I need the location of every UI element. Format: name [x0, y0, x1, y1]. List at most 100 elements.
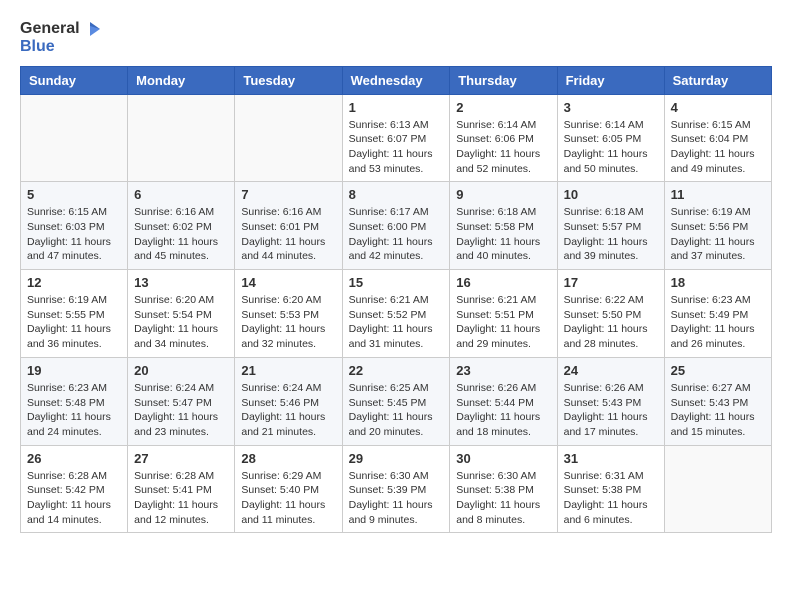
calendar-cell — [235, 94, 342, 182]
day-number: 2 — [456, 100, 550, 115]
day-info: Sunrise: 6:21 AM Sunset: 5:52 PM Dayligh… — [349, 293, 444, 352]
day-info: Sunrise: 6:28 AM Sunset: 5:42 PM Dayligh… — [27, 469, 121, 528]
day-number: 3 — [564, 100, 658, 115]
day-info: Sunrise: 6:29 AM Sunset: 5:40 PM Dayligh… — [241, 469, 335, 528]
day-info: Sunrise: 6:23 AM Sunset: 5:49 PM Dayligh… — [671, 293, 765, 352]
day-number: 7 — [241, 187, 335, 202]
logo-general: General — [20, 20, 80, 38]
calendar-cell: 2 Sunrise: 6:14 AM Sunset: 6:06 PM Daylig… — [450, 94, 557, 182]
day-info: Sunrise: 6:13 AM Sunset: 6:07 PM Dayligh… — [349, 118, 444, 177]
day-info: Sunrise: 6:26 AM Sunset: 5:43 PM Dayligh… — [564, 381, 658, 440]
day-number: 29 — [349, 451, 444, 466]
calendar-cell: 6 Sunrise: 6:16 AM Sunset: 6:02 PM Daylig… — [128, 182, 235, 270]
logo: General Blue — [20, 20, 100, 56]
day-number: 15 — [349, 275, 444, 290]
weekday-header-thursday: Thursday — [450, 66, 557, 94]
day-info: Sunrise: 6:22 AM Sunset: 5:50 PM Dayligh… — [564, 293, 658, 352]
day-info: Sunrise: 6:24 AM Sunset: 5:47 PM Dayligh… — [134, 381, 228, 440]
day-info: Sunrise: 6:20 AM Sunset: 5:54 PM Dayligh… — [134, 293, 228, 352]
day-info: Sunrise: 6:16 AM Sunset: 6:02 PM Dayligh… — [134, 205, 228, 264]
day-number: 12 — [27, 275, 121, 290]
week-row-3: 12 Sunrise: 6:19 AM Sunset: 5:55 PM Dayli… — [21, 270, 772, 358]
day-number: 11 — [671, 187, 765, 202]
calendar-cell: 26 Sunrise: 6:28 AM Sunset: 5:42 PM Dayli… — [21, 445, 128, 533]
calendar-cell: 3 Sunrise: 6:14 AM Sunset: 6:05 PM Daylig… — [557, 94, 664, 182]
weekday-header-friday: Friday — [557, 66, 664, 94]
day-info: Sunrise: 6:28 AM Sunset: 5:41 PM Dayligh… — [134, 469, 228, 528]
day-number: 31 — [564, 451, 658, 466]
calendar-cell: 18 Sunrise: 6:23 AM Sunset: 5:49 PM Dayli… — [664, 270, 771, 358]
day-number: 24 — [564, 363, 658, 378]
day-number: 10 — [564, 187, 658, 202]
day-info: Sunrise: 6:20 AM Sunset: 5:53 PM Dayligh… — [241, 293, 335, 352]
weekday-header-row: SundayMondayTuesdayWednesdayThursdayFrid… — [21, 66, 772, 94]
day-info: Sunrise: 6:15 AM Sunset: 6:04 PM Dayligh… — [671, 118, 765, 177]
day-number: 8 — [349, 187, 444, 202]
logo-blue: Blue — [20, 38, 100, 56]
week-row-2: 5Sunrise: 6:15 AM Sunset: 6:03 PM Daylig… — [21, 182, 772, 270]
day-number: 1 — [349, 100, 444, 115]
calendar-table: SundayMondayTuesdayWednesdayThursdayFrid… — [20, 66, 772, 534]
calendar-cell: 14 Sunrise: 6:20 AM Sunset: 5:53 PM Dayli… — [235, 270, 342, 358]
calendar-cell: 16Sunrise: 6:21 AM Sunset: 5:51 PM Dayli… — [450, 270, 557, 358]
calendar-cell — [21, 94, 128, 182]
day-info: Sunrise: 6:19 AM Sunset: 5:56 PM Dayligh… — [671, 205, 765, 264]
day-info: Sunrise: 6:30 AM Sunset: 5:38 PM Dayligh… — [456, 469, 550, 528]
day-info: Sunrise: 6:19 AM Sunset: 5:55 PM Dayligh… — [27, 293, 121, 352]
day-number: 18 — [671, 275, 765, 290]
day-number: 28 — [241, 451, 335, 466]
day-number: 4 — [671, 100, 765, 115]
calendar-cell: 31 Sunrise: 6:31 AM Sunset: 5:38 PM Dayli… — [557, 445, 664, 533]
day-info: Sunrise: 6:18 AM Sunset: 5:58 PM Dayligh… — [456, 205, 550, 264]
weekday-header-tuesday: Tuesday — [235, 66, 342, 94]
day-number: 13 — [134, 275, 228, 290]
calendar-cell: 15 Sunrise: 6:21 AM Sunset: 5:52 PM Dayli… — [342, 270, 450, 358]
day-info: Sunrise: 6:24 AM Sunset: 5:46 PM Dayligh… — [241, 381, 335, 440]
day-info: Sunrise: 6:31 AM Sunset: 5:38 PM Dayligh… — [564, 469, 658, 528]
calendar-cell: 5Sunrise: 6:15 AM Sunset: 6:03 PM Daylig… — [21, 182, 128, 270]
day-info: Sunrise: 6:14 AM Sunset: 6:05 PM Dayligh… — [564, 118, 658, 177]
day-number: 20 — [134, 363, 228, 378]
calendar-cell: 17 Sunrise: 6:22 AM Sunset: 5:50 PM Dayli… — [557, 270, 664, 358]
day-number: 21 — [241, 363, 335, 378]
day-info: Sunrise: 6:16 AM Sunset: 6:01 PM Dayligh… — [241, 205, 335, 264]
calendar-cell: 20 Sunrise: 6:24 AM Sunset: 5:47 PM Dayli… — [128, 357, 235, 445]
day-number: 6 — [134, 187, 228, 202]
week-row-4: 19 Sunrise: 6:23 AM Sunset: 5:48 PM Dayli… — [21, 357, 772, 445]
page-header: General Blue — [20, 20, 772, 56]
day-info: Sunrise: 6:18 AM Sunset: 5:57 PM Dayligh… — [564, 205, 658, 264]
calendar-cell: 4 Sunrise: 6:15 AM Sunset: 6:04 PM Daylig… — [664, 94, 771, 182]
day-info: Sunrise: 6:23 AM Sunset: 5:48 PM Dayligh… — [27, 381, 121, 440]
day-number: 23 — [456, 363, 550, 378]
calendar-cell: 22Sunrise: 6:25 AM Sunset: 5:45 PM Dayli… — [342, 357, 450, 445]
calendar-cell: 9 Sunrise: 6:18 AM Sunset: 5:58 PM Daylig… — [450, 182, 557, 270]
logo-wordmark: General Blue — [20, 20, 100, 56]
calendar-cell — [664, 445, 771, 533]
calendar-cell: 27 Sunrise: 6:28 AM Sunset: 5:41 PM Dayli… — [128, 445, 235, 533]
calendar-cell: 29 Sunrise: 6:30 AM Sunset: 5:39 PM Dayli… — [342, 445, 450, 533]
day-info: Sunrise: 6:14 AM Sunset: 6:06 PM Dayligh… — [456, 118, 550, 177]
day-info: Sunrise: 6:27 AM Sunset: 5:43 PM Dayligh… — [671, 381, 765, 440]
day-number: 25 — [671, 363, 765, 378]
day-number: 22 — [349, 363, 444, 378]
calendar-cell: 23Sunrise: 6:26 AM Sunset: 5:44 PM Dayli… — [450, 357, 557, 445]
day-number: 26 — [27, 451, 121, 466]
day-number: 17 — [564, 275, 658, 290]
day-info: Sunrise: 6:30 AM Sunset: 5:39 PM Dayligh… — [349, 469, 444, 528]
day-info: Sunrise: 6:21 AM Sunset: 5:51 PM Dayligh… — [456, 293, 550, 352]
day-number: 14 — [241, 275, 335, 290]
calendar-cell: 30 Sunrise: 6:30 AM Sunset: 5:38 PM Dayli… — [450, 445, 557, 533]
day-number: 30 — [456, 451, 550, 466]
day-number: 9 — [456, 187, 550, 202]
calendar-cell: 19 Sunrise: 6:23 AM Sunset: 5:48 PM Dayli… — [21, 357, 128, 445]
week-row-1: 1 Sunrise: 6:13 AM Sunset: 6:07 PM Daylig… — [21, 94, 772, 182]
day-number: 27 — [134, 451, 228, 466]
calendar-cell: 28 Sunrise: 6:29 AM Sunset: 5:40 PM Dayli… — [235, 445, 342, 533]
calendar-cell: 13 Sunrise: 6:20 AM Sunset: 5:54 PM Dayli… — [128, 270, 235, 358]
calendar-cell: 10 Sunrise: 6:18 AM Sunset: 5:57 PM Dayli… — [557, 182, 664, 270]
calendar-cell — [128, 94, 235, 182]
calendar-cell: 25 Sunrise: 6:27 AM Sunset: 5:43 PM Dayli… — [664, 357, 771, 445]
day-number: 5 — [27, 187, 121, 202]
day-number: 19 — [27, 363, 121, 378]
day-info: Sunrise: 6:17 AM Sunset: 6:00 PM Dayligh… — [349, 205, 444, 264]
